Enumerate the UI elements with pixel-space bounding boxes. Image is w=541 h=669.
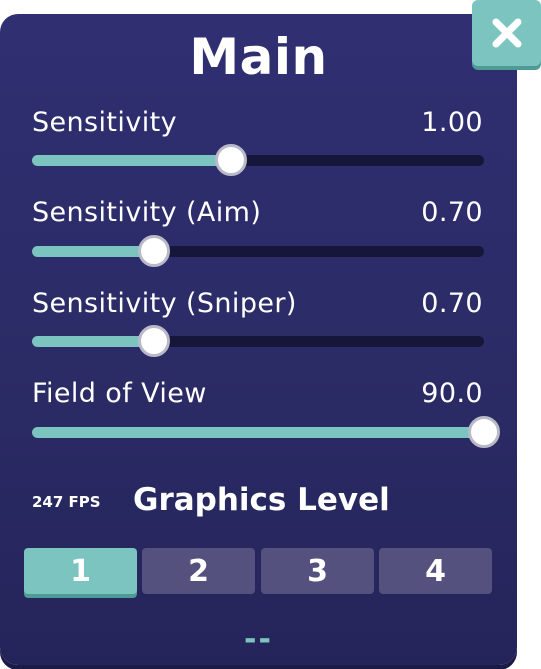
slider-thumb[interactable] <box>138 325 170 357</box>
fps-counter: 247 FPS <box>32 493 101 511</box>
field-of-view-slider[interactable] <box>32 416 500 448</box>
panel-title: Main <box>189 28 328 86</box>
slider-label: Sensitivity <box>32 107 177 138</box>
settings-panel: Main Sensitivity 1.00 Sensitivity (Aim) … <box>0 14 517 665</box>
slider-fill <box>32 427 484 438</box>
slider-value: 90.0 <box>421 378 483 409</box>
close-button[interactable] <box>472 0 541 66</box>
slider-value: 1.00 <box>421 107 483 138</box>
graphics-level-1-button[interactable]: 1 <box>24 548 137 594</box>
slider-thumb[interactable] <box>138 235 170 267</box>
graphics-level-title: Graphics Level <box>133 482 390 518</box>
close-icon <box>492 18 521 48</box>
graphics-level-3-button[interactable]: 3 <box>261 548 374 594</box>
sensitivity-sniper-slider[interactable] <box>32 325 484 357</box>
slider-fill <box>32 246 154 257</box>
slider-value: 0.70 <box>421 197 483 228</box>
slider-thumb[interactable] <box>215 144 247 176</box>
slider-fill <box>32 336 154 347</box>
slider-label: Sensitivity (Sniper) <box>32 288 297 319</box>
sensitivity-aim-slider[interactable] <box>32 235 484 267</box>
sensitivity-slider[interactable] <box>32 144 484 176</box>
graphics-level-4-button[interactable]: 4 <box>379 548 492 594</box>
slider-value: 0.70 <box>421 288 483 319</box>
slider-label: Sensitivity (Aim) <box>32 197 262 228</box>
slider-fill <box>32 155 231 166</box>
slider-thumb[interactable] <box>468 416 500 448</box>
graphics-level-2-button[interactable]: 2 <box>142 548 255 594</box>
graphics-level-placeholder: -- <box>244 622 273 657</box>
slider-label: Field of View <box>32 378 207 409</box>
